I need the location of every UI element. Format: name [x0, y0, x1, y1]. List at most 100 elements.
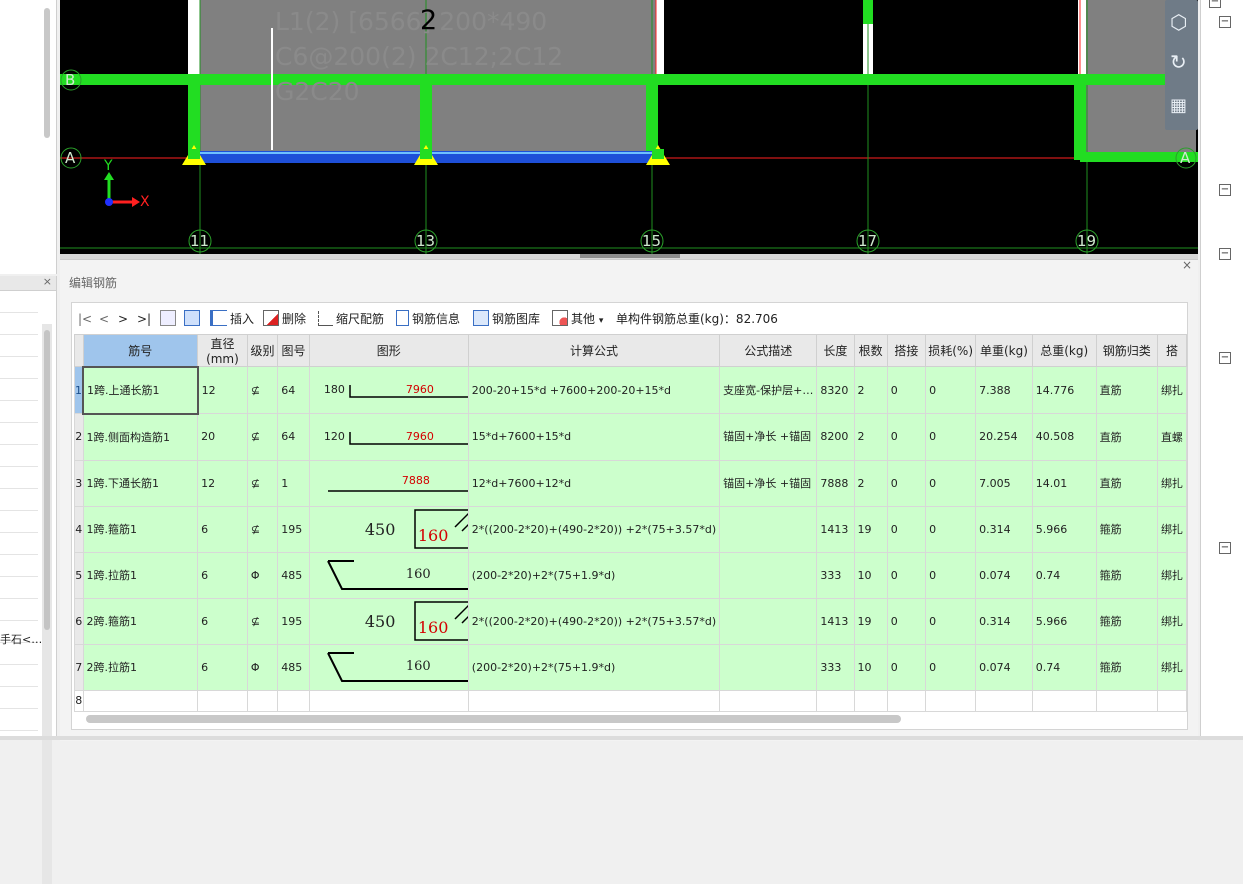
diameter-cell[interactable]: 12 — [197, 366, 248, 414]
shape-cell[interactable]: 450 160 — [308, 505, 469, 553]
row-number[interactable]: 6 — [74, 597, 84, 645]
other-menu-button[interactable]: 其他 ▾ — [552, 308, 603, 330]
list-item[interactable] — [0, 356, 38, 379]
grid-view-icon[interactable]: ▦ — [1170, 95, 1187, 116]
table-row[interactable]: 3 1跨.下通长筋1 12 ⊈ 1 7888 12*d+7600+12*d 锚固… — [74, 459, 1188, 507]
formula-cell[interactable]: 12*d+7600+12*d — [467, 459, 721, 507]
col-header[interactable]: 图号 — [277, 334, 310, 367]
shape-cell[interactable]: 160 — [308, 643, 469, 691]
lap-type-cell[interactable]: 绑扎 — [1156, 366, 1188, 414]
grade-cell[interactable]: ⊈ — [246, 597, 279, 645]
unit-weight-cell[interactable]: 0.074 — [975, 643, 1033, 691]
empty-cell[interactable] — [308, 689, 469, 712]
scale-rebar-button[interactable]: 缩尺配筋 — [318, 308, 384, 330]
first-record-button[interactable]: |< — [78, 308, 92, 330]
count-cell[interactable]: 10 — [853, 643, 888, 691]
tree-collapse-icon[interactable]: − — [1219, 184, 1231, 196]
figure-no-cell[interactable]: 64 — [277, 413, 310, 461]
loss-cell[interactable]: 0 — [925, 366, 977, 414]
insert-button[interactable]: 插入 — [210, 308, 254, 330]
shape-cell[interactable]: 120 7960 120 — [308, 413, 469, 461]
rotate-icon[interactable]: ↻ — [1170, 50, 1187, 74]
count-cell[interactable]: 2 — [853, 413, 888, 461]
lap-type-cell[interactable]: 绑扎 — [1156, 597, 1188, 645]
loss-cell[interactable]: 0 — [925, 597, 977, 645]
formula-desc-cell[interactable]: 锚固+净长 +锚固 — [719, 413, 818, 461]
loss-cell[interactable]: 0 — [925, 551, 977, 599]
total-weight-cell[interactable]: 5.966 — [1031, 505, 1097, 553]
empty-cell[interactable] — [246, 689, 279, 712]
formula-desc-cell[interactable]: 支座宽-保护层+… — [719, 366, 818, 414]
table-row[interactable]: 2 1跨.侧面构造筋1 20 ⊈ 64 120 7960 120 15*d+76… — [74, 413, 1188, 461]
list-item[interactable] — [0, 708, 38, 731]
table-row[interactable]: 7 2跨.拉筋1 6 Φ 485 160 (200-2*20)+2*(75+1.… — [74, 643, 1188, 691]
figure-no-cell[interactable]: 1 — [277, 459, 310, 507]
loss-cell[interactable]: 0 — [925, 459, 977, 507]
bar-name-cell[interactable]: 2跨.箍筋1 — [82, 597, 199, 645]
row-number[interactable]: 8 — [74, 689, 84, 712]
list-item[interactable] — [0, 334, 38, 357]
row-number[interactable]: 5 — [74, 551, 84, 599]
left-panel-close-icon[interactable]: × — [43, 275, 52, 288]
lap-type-cell[interactable]: 绑扎 — [1156, 505, 1188, 553]
formula-cell[interactable]: 2*((200-2*20)+(490-2*20)) +2*(75+3.57*d) — [467, 505, 721, 553]
grade-cell[interactable]: ⊈ — [246, 459, 279, 507]
tree-collapse-icon[interactable]: − — [1219, 542, 1231, 554]
empty-cell[interactable] — [1156, 689, 1188, 712]
col-header[interactable]: 总重(kg) — [1031, 334, 1097, 367]
grade-cell[interactable]: Φ — [246, 643, 279, 691]
bar-name-cell[interactable]: 2跨.拉筋1 — [82, 643, 199, 691]
figure-no-cell[interactable]: 485 — [277, 643, 310, 691]
total-weight-cell[interactable]: 14.776 — [1031, 366, 1097, 414]
formula-cell[interactable]: 200-20+15*d +7600+200-20+15*d — [467, 366, 721, 414]
table-row-empty[interactable]: 8 — [74, 689, 1188, 712]
grade-cell[interactable]: ⊈ — [246, 366, 279, 414]
formula-desc-cell[interactable] — [719, 643, 818, 691]
tree-collapse-icon[interactable]: − — [1219, 16, 1231, 28]
formula-cell[interactable]: 15*d+7600+15*d — [467, 413, 721, 461]
3d-cube-icon[interactable]: ⬡ — [1170, 10, 1187, 34]
length-cell[interactable]: 8320 — [816, 366, 855, 414]
unit-weight-cell[interactable]: 0.314 — [975, 505, 1033, 553]
list-item[interactable] — [0, 444, 38, 467]
lap-cell[interactable]: 0 — [886, 459, 927, 507]
shape-cell[interactable]: 160 — [308, 551, 469, 599]
list-item[interactable] — [0, 532, 38, 555]
figure-no-cell[interactable]: 195 — [277, 505, 310, 553]
prev-record-button[interactable]: < — [99, 308, 109, 330]
list-item[interactable] — [0, 598, 38, 621]
list-item[interactable] — [0, 554, 38, 577]
col-header[interactable]: 公式描述 — [719, 334, 818, 367]
unit-weight-cell[interactable]: 0.074 — [975, 551, 1033, 599]
next-record-button[interactable]: > — [118, 308, 128, 330]
count-cell[interactable]: 2 — [853, 459, 888, 507]
diameter-cell[interactable]: 6 — [197, 505, 248, 553]
lap-type-cell[interactable]: 绑扎 — [1156, 459, 1188, 507]
unit-weight-cell[interactable]: 0.314 — [975, 597, 1033, 645]
figure-no-cell[interactable]: 485 — [277, 551, 310, 599]
col-header[interactable]: 计算公式 — [467, 334, 721, 367]
empty-cell[interactable] — [719, 689, 818, 712]
table-row[interactable]: 4 1跨.箍筋1 6 ⊈ 195 450 160 2*((200-2*20)+(… — [74, 505, 1188, 553]
count-cell[interactable]: 19 — [853, 597, 888, 645]
col-header[interactable]: 单重(kg) — [975, 334, 1033, 367]
category-cell[interactable]: 箍筋 — [1095, 597, 1158, 645]
cad-viewport[interactable]: L1(2) [6566] 200*490 C6@200(2) 2C12;2C12… — [60, 0, 1198, 254]
col-header[interactable]: 钢筋归类 — [1095, 334, 1158, 367]
category-cell[interactable]: 箍筋 — [1095, 505, 1158, 553]
category-cell[interactable]: 直筋 — [1095, 459, 1158, 507]
lap-cell[interactable]: 0 — [886, 597, 927, 645]
rebar-library-button[interactable]: 钢筋图库 — [473, 308, 540, 330]
table-row[interactable]: 5 1跨.拉筋1 6 Φ 485 160 (200-2*20)+2*(75+1.… — [74, 551, 1188, 599]
col-header[interactable]: 损耗(%) — [925, 334, 977, 367]
last-record-button[interactable]: >| — [137, 308, 151, 330]
figure-no-cell[interactable]: 195 — [277, 597, 310, 645]
col-header[interactable]: 级别 — [246, 334, 279, 367]
unit-weight-cell[interactable]: 7.388 — [975, 366, 1033, 414]
lap-type-cell[interactable]: 绑扎 — [1156, 643, 1188, 691]
shape-cell[interactable]: 7888 — [308, 459, 469, 507]
total-weight-cell[interactable]: 0.74 — [1031, 551, 1097, 599]
formula-desc-cell[interactable] — [719, 505, 818, 553]
empty-cell[interactable] — [925, 689, 977, 712]
tree-collapse-icon[interactable]: − — [1209, 0, 1221, 8]
